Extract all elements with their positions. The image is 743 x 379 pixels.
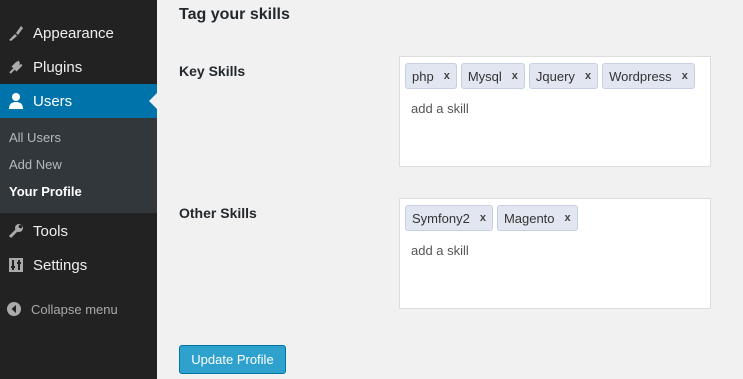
menu-label: Plugins xyxy=(33,58,83,76)
tag-list: Symfony2 x Magento x xyxy=(405,205,578,231)
tag-label: Jquery xyxy=(535,68,575,84)
submenu-all-users[interactable]: All Users xyxy=(9,130,61,145)
menu-label: Appearance xyxy=(33,24,114,42)
menu-item-plugins[interactable]: Plugins xyxy=(0,50,157,84)
menu-label: Settings xyxy=(33,256,88,274)
paintbrush-icon xyxy=(6,23,26,43)
settings-icon xyxy=(6,255,26,275)
tag-label: Wordpress xyxy=(609,68,672,84)
submenu-add-new[interactable]: Add New xyxy=(9,157,62,172)
tag-chip: Wordpress x xyxy=(602,63,695,89)
collapse-arrow-icon xyxy=(7,302,21,316)
menu-label: Tools xyxy=(33,222,69,240)
submenu-your-profile[interactable]: Your Profile xyxy=(9,184,82,199)
other-skills-tag-input[interactable]: Symfony2 x Magento x add a skill xyxy=(399,198,711,309)
remove-tag-icon[interactable]: x xyxy=(444,70,450,82)
wrench-icon xyxy=(6,221,26,241)
menu-label: Users xyxy=(33,92,73,110)
tag-chip: Magento x xyxy=(496,205,578,231)
tag-label: Symfony2 xyxy=(412,210,470,226)
update-profile-button[interactable]: Update Profile xyxy=(179,345,286,374)
remove-tag-icon[interactable]: x xyxy=(565,212,571,224)
tag-list: php x Mysql x Jquery x Wordpress x xyxy=(405,63,695,89)
tag-chip: Jquery x xyxy=(528,63,599,89)
tag-label: Mysql xyxy=(467,68,502,84)
tag-chip: Mysql x xyxy=(460,63,525,89)
collapse-menu-button[interactable]: Collapse menu xyxy=(0,298,157,320)
users-submenu: All Users Add New Your Profile xyxy=(0,118,157,213)
add-skill-placeholder[interactable]: add a skill xyxy=(411,101,469,116)
remove-tag-icon[interactable]: x xyxy=(480,212,486,224)
tag-label: php xyxy=(412,68,434,84)
plug-icon xyxy=(6,57,26,77)
key-skills-tag-input[interactable]: php x Mysql x Jquery x Wordpress x add a… xyxy=(399,56,711,167)
remove-tag-icon[interactable]: x xyxy=(512,70,518,82)
other-skills-label: Other Skills xyxy=(179,205,257,221)
add-skill-placeholder[interactable]: add a skill xyxy=(411,243,469,258)
menu-item-tools[interactable]: Tools xyxy=(0,214,157,248)
menu-item-settings[interactable]: Settings xyxy=(0,248,157,282)
remove-tag-icon[interactable]: x xyxy=(585,70,591,82)
tag-chip: php x xyxy=(405,63,457,89)
tag-label: Magento xyxy=(503,210,555,226)
remove-tag-icon[interactable]: x xyxy=(682,70,688,82)
collapse-label: Collapse menu xyxy=(31,301,118,317)
key-skills-label: Key Skills xyxy=(179,63,246,79)
page-title: Tag your skills xyxy=(179,6,290,23)
tag-chip: Symfony2 x xyxy=(405,205,493,231)
user-icon xyxy=(6,91,26,111)
menu-item-users[interactable]: Users xyxy=(0,84,157,118)
menu-item-appearance[interactable]: Appearance xyxy=(0,16,157,50)
admin-sidebar: Appearance Plugins Users All Users Add N… xyxy=(0,0,157,379)
